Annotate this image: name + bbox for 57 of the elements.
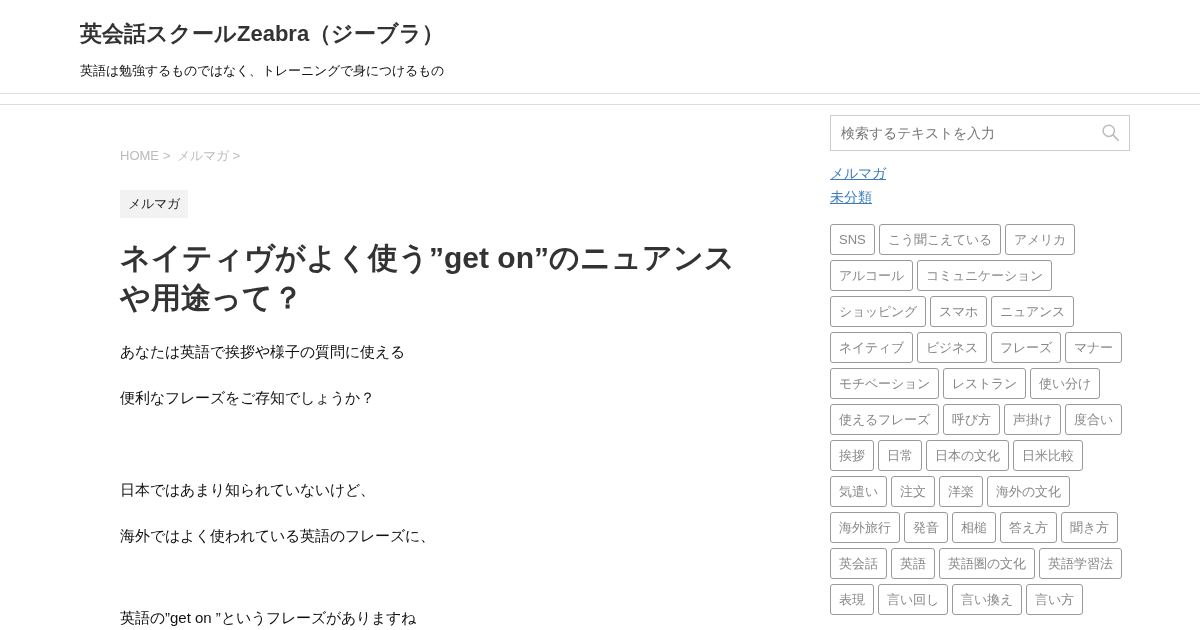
- tag-link[interactable]: アメリカ: [1004, 224, 1075, 255]
- tag-link[interactable]: 使えるフレーズ: [830, 404, 939, 435]
- breadcrumb-link[interactable]: メルマガ: [176, 146, 229, 166]
- tag-link[interactable]: マナー: [1065, 332, 1122, 363]
- article-paragraph: 海外ではよく使われている英語のフレーズに、: [120, 526, 436, 546]
- breadcrumb-link[interactable]: HOME: [120, 146, 159, 166]
- tag-link[interactable]: 言い方: [1026, 584, 1083, 615]
- tag-link[interactable]: コミュニケーション: [917, 260, 1052, 291]
- tag-link[interactable]: 言い回し: [878, 584, 948, 615]
- tag-link[interactable]: ネイティブ: [830, 332, 913, 363]
- tag-link[interactable]: こう聞こえている: [878, 224, 1001, 255]
- tag-link[interactable]: 使い分け: [1030, 368, 1100, 399]
- tag-link[interactable]: 英語: [891, 548, 935, 579]
- breadcrumb-separator: >: [163, 147, 171, 165]
- tag-link[interactable]: 英語学習法: [1039, 548, 1122, 579]
- tag-link[interactable]: 日常: [878, 440, 922, 471]
- tag-link[interactable]: 呼び方: [943, 404, 1000, 435]
- article-paragraph: あなたは英語で挨拶や様子の質問に使える: [120, 342, 406, 362]
- category-link[interactable]: 未分類: [830, 185, 872, 209]
- tag-link[interactable]: 日米比較: [1013, 440, 1083, 471]
- article-paragraph: 便利なフレーズをご存知でしょうか？: [120, 388, 376, 408]
- tag-link[interactable]: アルコール: [830, 260, 913, 291]
- tag-link[interactable]: フレーズ: [991, 332, 1061, 363]
- tag-link[interactable]: 洋楽: [939, 476, 983, 507]
- tag-link[interactable]: 海外旅行: [830, 512, 900, 543]
- tag-link[interactable]: 注文: [891, 476, 935, 507]
- article-paragraph: 英語の”get on ”というフレーズがありますね: [120, 608, 417, 628]
- tag-link[interactable]: 海外の文化: [987, 476, 1070, 507]
- tag-link[interactable]: 日本の文化: [926, 440, 1009, 471]
- search-field[interactable]: 検索するテキストを入力: [830, 115, 1130, 151]
- article-title: ネイティヴがよく使う”get on”のニュアンスや用途って？: [120, 240, 736, 316]
- site-tagline: 英語は勉強するものではなく、トレーニングで身につけるもの: [80, 62, 444, 80]
- tag-link[interactable]: 気遣い: [830, 476, 887, 507]
- tag-link[interactable]: ビジネス: [917, 332, 987, 363]
- search-icon[interactable]: [1102, 124, 1119, 141]
- tag-link[interactable]: 聞き方: [1061, 512, 1118, 543]
- tag-link[interactable]: 答え方: [1000, 512, 1057, 543]
- tag-link[interactable]: ショッピング: [830, 296, 926, 327]
- tag-link[interactable]: スマホ: [930, 296, 987, 327]
- breadcrumb-separator: >: [232, 147, 241, 165]
- tag-link[interactable]: 度合い: [1065, 404, 1122, 435]
- tag-link[interactable]: 英会話: [830, 548, 887, 579]
- tag-link[interactable]: 発音: [904, 512, 948, 543]
- tag-link[interactable]: 言い換え: [952, 584, 1022, 615]
- tag-link[interactable]: 相槌: [952, 512, 996, 543]
- tag-link[interactable]: モチベーション: [830, 368, 939, 399]
- article-paragraph: 日本ではあまり知られていないけど、: [120, 480, 376, 500]
- site-title[interactable]: 英会話スクールZeabra（ジーブラ）: [80, 19, 445, 49]
- category-label[interactable]: メルマガ: [120, 190, 188, 218]
- tag-link[interactable]: 英語圏の文化: [939, 548, 1035, 579]
- tag-link[interactable]: 声掛け: [1004, 404, 1061, 435]
- tag-link[interactable]: 表現: [830, 584, 874, 615]
- tag-link[interactable]: ニュアンス: [991, 296, 1074, 327]
- tag-link[interactable]: 挨拶: [830, 440, 874, 471]
- tag-link[interactable]: レストラン: [943, 368, 1026, 399]
- category-link[interactable]: メルマガ: [830, 161, 886, 185]
- tag-link[interactable]: SNS: [830, 224, 875, 255]
